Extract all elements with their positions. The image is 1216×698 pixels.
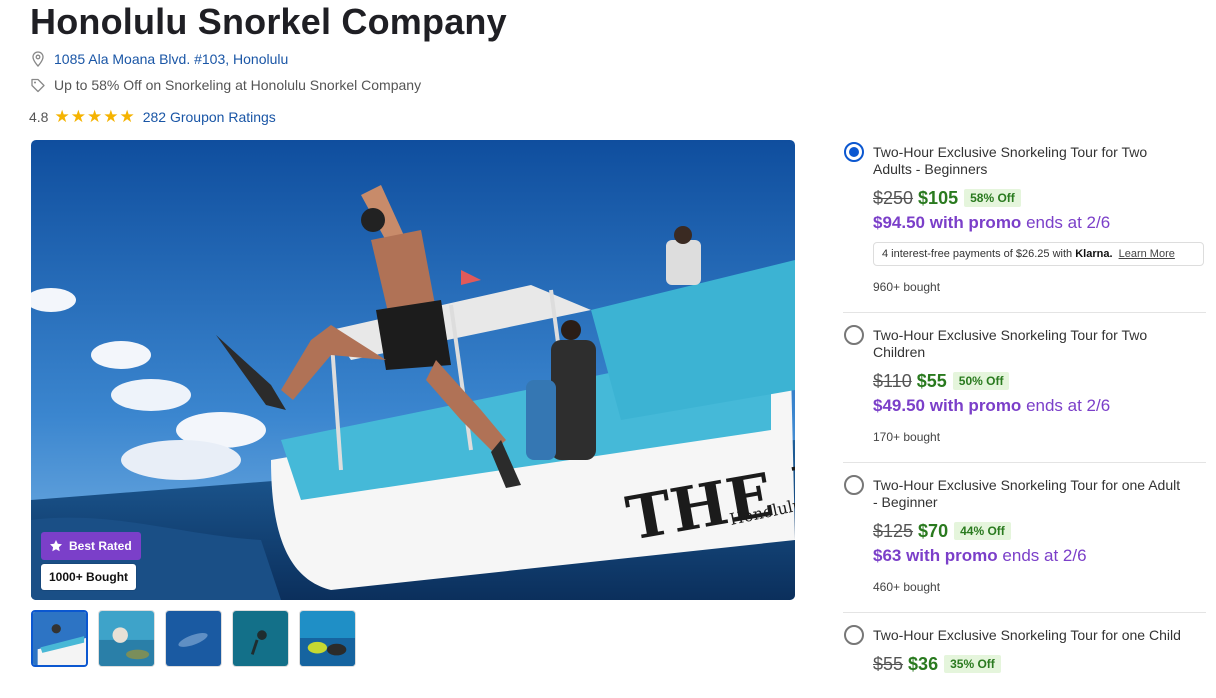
- promo-ends: ends at 2/6: [1026, 396, 1111, 415]
- best-rated-label: Best Rated: [69, 539, 132, 553]
- deal-summary-text: Up to 58% Off on Snorkeling at Honolulu …: [54, 77, 422, 93]
- option-card[interactable]: Two-Hour Exclusive Snorkeling Tour for T…: [843, 130, 1206, 313]
- promo-ends: ends at 2/6: [1026, 213, 1111, 232]
- price-line: $55 $36 35% Off: [873, 653, 1206, 675]
- klarna-box: 4 interest-free payments of $26.25 with …: [873, 242, 1204, 266]
- deal-price: $36: [908, 653, 939, 674]
- discount-badge: 50% Off: [952, 372, 1010, 390]
- star-icon: ★: [54, 107, 70, 126]
- price-line: $125 $70 44% Off: [873, 520, 1206, 542]
- price-line: $250 $105 58% Off: [873, 187, 1206, 209]
- promo-line: $63 with promo ends at 2/6: [873, 546, 1206, 566]
- address-link[interactable]: 1085 Ala Moana Blvd. #103, Honolulu: [54, 51, 288, 67]
- thumbnail-4[interactable]: [232, 610, 289, 667]
- promo-price: $94.50 with promo: [873, 213, 1022, 232]
- deal-price: $70: [918, 520, 949, 541]
- main-photo[interactable]: THE LOLA Honolulu: [31, 140, 795, 600]
- promo-line: $49.50 with promo ends at 2/6: [873, 396, 1206, 416]
- original-price: $55: [873, 653, 904, 674]
- star-badge-icon: [49, 539, 63, 553]
- star-icon: ★: [119, 107, 135, 126]
- promo-ends: ends at 2/6: [1002, 546, 1087, 565]
- deal-summary-row: Up to 58% Off on Snorkeling at Honolulu …: [30, 77, 421, 93]
- location-pin-icon: [30, 51, 46, 67]
- original-price: $250: [873, 187, 914, 208]
- klarna-text: 4 interest-free payments of $26.25 with: [882, 248, 1073, 260]
- klarna-brand: Klarna.: [1075, 248, 1113, 260]
- star-icon: ★: [103, 107, 119, 126]
- option-title: Two-Hour Exclusive Snorkeling Tour for o…: [873, 477, 1181, 510]
- promo-line: $94.50 with promo ends at 2/6: [873, 213, 1206, 233]
- promo-price: $49.50 with promo: [873, 396, 1022, 415]
- thumbnail-5[interactable]: [299, 610, 356, 667]
- thumbnail-3[interactable]: [165, 610, 222, 667]
- merchant-title: Honolulu Snorkel Company: [30, 1, 507, 42]
- rating-row: 4.8 ★ ★ ★ ★ ★ 282 Groupon Ratings: [29, 107, 276, 126]
- bought-count: 960+ bought: [873, 280, 941, 294]
- thumbnail-strip: [31, 610, 366, 667]
- option-radio[interactable]: [844, 325, 864, 345]
- option-card[interactable]: Two-Hour Exclusive Snorkeling Tour for o…: [843, 613, 1206, 675]
- option-title: Two-Hour Exclusive Snorkeling Tour for T…: [873, 144, 1148, 177]
- best-rated-badge: Best Rated: [41, 532, 141, 560]
- original-price: $110: [873, 370, 912, 391]
- rating-stars: ★ ★ ★ ★ ★: [54, 107, 135, 126]
- star-icon: ★: [86, 107, 103, 126]
- discount-badge: 35% Off: [944, 655, 1001, 673]
- original-price: $125: [873, 520, 914, 541]
- thumbnail-1[interactable]: [31, 610, 88, 667]
- option-card[interactable]: Two-Hour Exclusive Snorkeling Tour for o…: [843, 463, 1206, 613]
- bought-badge: 1000+ Bought: [41, 564, 137, 590]
- option-title: Two-Hour Exclusive Snorkeling Tour for T…: [873, 327, 1148, 360]
- thumbnail-2[interactable]: [98, 610, 155, 667]
- discount-badge: 44% Off: [954, 522, 1011, 540]
- option-radio[interactable]: [844, 625, 864, 645]
- option-card[interactable]: Two-Hour Exclusive Snorkeling Tour for T…: [843, 313, 1206, 463]
- option-radio[interactable]: [844, 475, 864, 495]
- star-icon: ★: [70, 107, 86, 126]
- bought-count: 170+ bought: [873, 430, 941, 444]
- klarna-learn-more-link[interactable]: Learn More: [1119, 248, 1175, 260]
- deal-price: $105: [918, 187, 959, 208]
- ratings-count-link[interactable]: 282 Groupon Ratings: [143, 109, 276, 125]
- bought-count: 460+ bought: [873, 580, 941, 594]
- price-line: $110 $55 50% Off: [873, 370, 1206, 392]
- option-radio-selected[interactable]: [844, 142, 864, 162]
- option-list: Two-Hour Exclusive Snorkeling Tour for T…: [843, 130, 1206, 675]
- option-title: Two-Hour Exclusive Snorkeling Tour for o…: [873, 627, 1181, 643]
- tag-icon: [30, 77, 46, 93]
- promo-price: $63 with promo: [873, 546, 998, 565]
- deal-price: $55: [916, 370, 947, 391]
- discount-badge: 58% Off: [964, 189, 1021, 207]
- rating-value: 4.8: [29, 109, 49, 125]
- address-row: 1085 Ala Moana Blvd. #103, Honolulu: [30, 51, 288, 67]
